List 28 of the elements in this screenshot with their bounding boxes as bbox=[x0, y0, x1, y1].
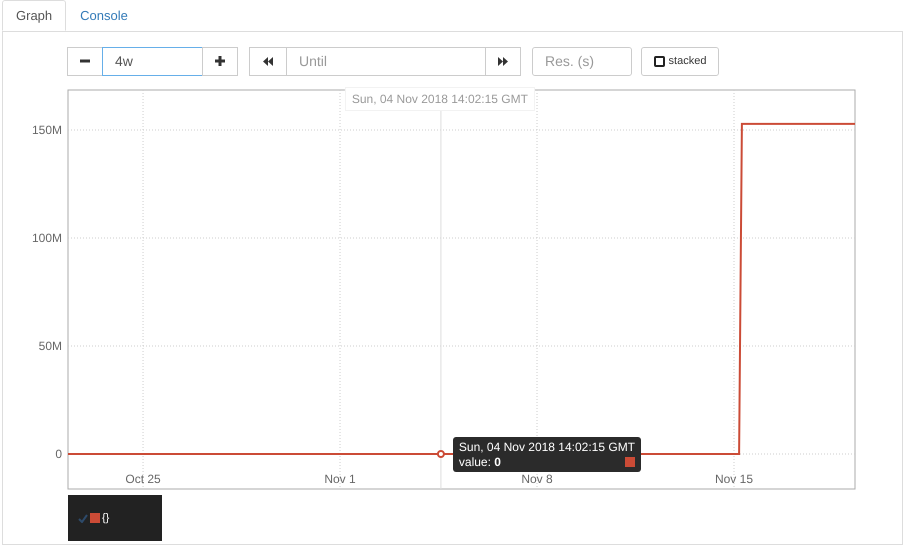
x-tick-label: Oct 25 bbox=[125, 472, 161, 486]
legend-label: {} bbox=[102, 512, 110, 524]
series-swatch bbox=[625, 457, 636, 467]
check-icon[interactable] bbox=[78, 514, 88, 522]
tab[interactable]: Console bbox=[66, 0, 142, 31]
increase-range-button[interactable] bbox=[202, 46, 238, 76]
forward-icon bbox=[498, 56, 508, 66]
back-button[interactable] bbox=[249, 46, 287, 76]
backward-icon bbox=[263, 56, 273, 66]
decrease-range-button[interactable] bbox=[67, 46, 103, 76]
until-input[interactable]: Until bbox=[286, 46, 486, 76]
y-tick-label: 100M bbox=[32, 230, 62, 245]
y-tick-label: 150M bbox=[32, 122, 62, 137]
y-tick-label: 50M bbox=[38, 339, 62, 353]
x-tick-label: Nov 1 bbox=[324, 472, 356, 486]
forward-button[interactable] bbox=[485, 46, 521, 76]
range-input[interactable]: 4w bbox=[102, 46, 203, 76]
plus-icon bbox=[215, 56, 225, 66]
hover-point bbox=[436, 450, 445, 458]
resolution-input[interactable]: Res. (s) bbox=[532, 46, 632, 76]
tab[interactable]: Graph bbox=[2, 0, 66, 31]
stacked-button[interactable]: stacked bbox=[641, 46, 719, 76]
tooltip-time: Sun, 04 Nov 2018 14:02:15 GMT bbox=[458, 440, 636, 454]
hover-time-label: Sun, 04 Nov 2018 14:02:15 GMT bbox=[344, 87, 535, 111]
y-tick-label: 0 bbox=[55, 447, 62, 461]
x-tick-label: Nov 15 bbox=[714, 472, 753, 486]
x-tick-label: Nov 8 bbox=[521, 472, 553, 486]
tooltip-value: value: 0 bbox=[458, 455, 501, 469]
